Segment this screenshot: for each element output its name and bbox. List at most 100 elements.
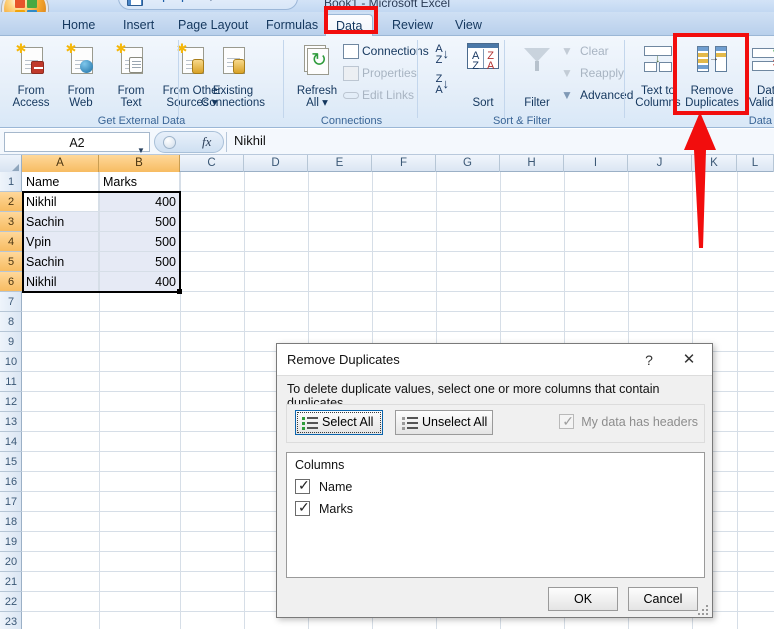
cell-b2[interactable]: 400: [100, 192, 180, 212]
resize-grip-icon[interactable]: [698, 605, 709, 615]
fill-handle[interactable]: [177, 289, 182, 294]
my-data-has-headers-checkbox[interactable]: My data has headers: [559, 412, 698, 431]
row-header-15[interactable]: 15: [0, 452, 22, 472]
insert-function-icon[interactable]: fx: [202, 134, 211, 150]
row-headers: 1 2 3 4 5 6 7 8 9 10 11 12 13 14 15 16 1…: [0, 172, 22, 629]
from-web-button[interactable]: ✱ From Web: [54, 39, 108, 111]
row-header-23[interactable]: 23: [0, 612, 22, 629]
column-header-e[interactable]: E: [308, 155, 372, 172]
row-header-1[interactable]: 1: [0, 172, 22, 192]
sort-ascending-button[interactable]: AZ ↓: [428, 44, 450, 68]
tab-formulas[interactable]: Formulas: [256, 14, 328, 36]
row-header-6[interactable]: 6: [0, 272, 22, 292]
filter-button[interactable]: Filter: [510, 39, 564, 111]
cell-a5[interactable]: Sachin: [23, 252, 99, 272]
close-icon[interactable]: ✕: [676, 350, 702, 370]
from-web-icon: ✱: [65, 42, 97, 75]
row-header-12[interactable]: 12: [0, 392, 22, 412]
undo-icon[interactable]: ↰: [153, 0, 169, 6]
redo-icon[interactable]: ↱: [177, 0, 193, 6]
column-header-a[interactable]: A: [22, 155, 99, 172]
data-validation-label-1: Dat: [757, 85, 774, 97]
existing-connections-button[interactable]: Existing Connections: [185, 39, 281, 111]
cell-a4[interactable]: Vpin: [23, 232, 99, 252]
ok-button[interactable]: OK: [548, 587, 618, 611]
cell-b6[interactable]: 400: [100, 272, 180, 292]
tab-page-layout[interactable]: Page Layout: [168, 14, 258, 36]
cancel-entry-icon[interactable]: [163, 136, 176, 149]
unselect-all-button[interactable]: Unselect All: [395, 410, 493, 435]
row-header-19[interactable]: 19: [0, 532, 22, 552]
row-header-16[interactable]: 16: [0, 472, 22, 492]
row-header-14[interactable]: 14: [0, 432, 22, 452]
row-header-9[interactable]: 9: [0, 332, 22, 352]
column-checkbox-name[interactable]: Name: [295, 476, 352, 496]
row-header-17[interactable]: 17: [0, 492, 22, 512]
from-text-button[interactable]: ✱ From Text: [104, 39, 158, 111]
quick-access-toolbar[interactable]: ↰ ↱ ▼: [118, 0, 298, 10]
row-header-18[interactable]: 18: [0, 512, 22, 532]
connections-command[interactable]: Connections: [342, 42, 429, 61]
column-header-c[interactable]: C: [180, 155, 244, 172]
row-header-2[interactable]: 2: [0, 192, 22, 212]
column-header-g[interactable]: G: [436, 155, 500, 172]
column-header-b[interactable]: B: [99, 155, 180, 172]
formula-bar-input[interactable]: Nikhil: [234, 133, 266, 148]
column-header-h[interactable]: H: [500, 155, 564, 172]
row-header-4[interactable]: 4: [0, 232, 22, 252]
tab-insert[interactable]: Insert: [113, 14, 164, 36]
columns-list[interactable]: Columns Name Marks: [286, 452, 705, 578]
sort-descending-button[interactable]: ZA ↓: [428, 74, 450, 98]
formula-bar-buttons[interactable]: [154, 131, 224, 153]
row-header-21[interactable]: 21: [0, 572, 22, 592]
row-header-8[interactable]: 8: [0, 312, 22, 332]
row-header-11[interactable]: 11: [0, 372, 22, 392]
help-icon[interactable]: ?: [638, 350, 660, 370]
cell-b5[interactable]: 500: [100, 252, 180, 272]
row-header-5[interactable]: 5: [0, 252, 22, 272]
from-access-label-1: From: [17, 85, 45, 97]
row-header-20[interactable]: 20: [0, 552, 22, 572]
name-box[interactable]: A2 ▼: [4, 132, 150, 155]
refresh-all-button[interactable]: ↻ Refresh All ▾: [290, 39, 344, 111]
cell-a2[interactable]: Nikhil: [23, 192, 99, 212]
text-to-columns-icon: ↓: [642, 43, 674, 75]
row-header-3[interactable]: 3: [0, 212, 22, 232]
tab-view[interactable]: View: [445, 14, 492, 36]
cell-a1[interactable]: Name: [23, 172, 99, 192]
row-header-10[interactable]: 10: [0, 352, 22, 372]
clear-filter-icon: ▼: [561, 44, 573, 58]
select-all-button[interactable]: Select All: [295, 410, 383, 435]
column-header-l[interactable]: L: [737, 155, 774, 172]
save-icon[interactable]: [127, 0, 143, 6]
select-all-label: Select All: [322, 415, 374, 429]
from-access-button[interactable]: ✱ From Access: [4, 39, 58, 111]
tab-home[interactable]: Home: [52, 14, 105, 36]
column-checkbox-marks[interactable]: Marks: [295, 498, 353, 518]
cancel-button[interactable]: Cancel: [628, 587, 698, 611]
row-header-22[interactable]: 22: [0, 592, 22, 612]
row-header-13[interactable]: 13: [0, 412, 22, 432]
filter-label: Filter: [524, 97, 550, 109]
cell-a3[interactable]: Sachin: [23, 212, 99, 232]
cell-a6[interactable]: Nikhil: [23, 272, 99, 292]
column-header-i[interactable]: I: [564, 155, 628, 172]
tab-review[interactable]: Review: [382, 14, 443, 36]
sort-dialog-icon: AZ ZA: [467, 43, 499, 72]
cell-b4[interactable]: 500: [100, 232, 180, 252]
cell-b3[interactable]: 500: [100, 212, 180, 232]
ribbon-group-get-external-data: ✱ From Access ✱ From Web ✱ From Text ✱ F…: [0, 36, 283, 128]
row-header-7[interactable]: 7: [0, 292, 22, 312]
checkbox-icon: [559, 412, 575, 430]
select-all-corner[interactable]: [0, 155, 22, 172]
cell-b1[interactable]: Marks: [100, 172, 180, 192]
pointer-arrow-to-remove-duplicates: [684, 112, 716, 248]
column-header-d[interactable]: D: [244, 155, 308, 172]
chevron-down-icon[interactable]: ▼: [203, 0, 219, 6]
sort-button[interactable]: AZ ZA Sort: [456, 39, 510, 111]
advanced-filter-command[interactable]: ▼ Advanced: [560, 86, 633, 105]
column-header-f[interactable]: F: [372, 155, 436, 172]
unselect-all-label: Unselect All: [422, 415, 488, 429]
data-validation-label-2: Validat: [748, 97, 774, 109]
from-access-label-2: Access: [12, 97, 50, 109]
